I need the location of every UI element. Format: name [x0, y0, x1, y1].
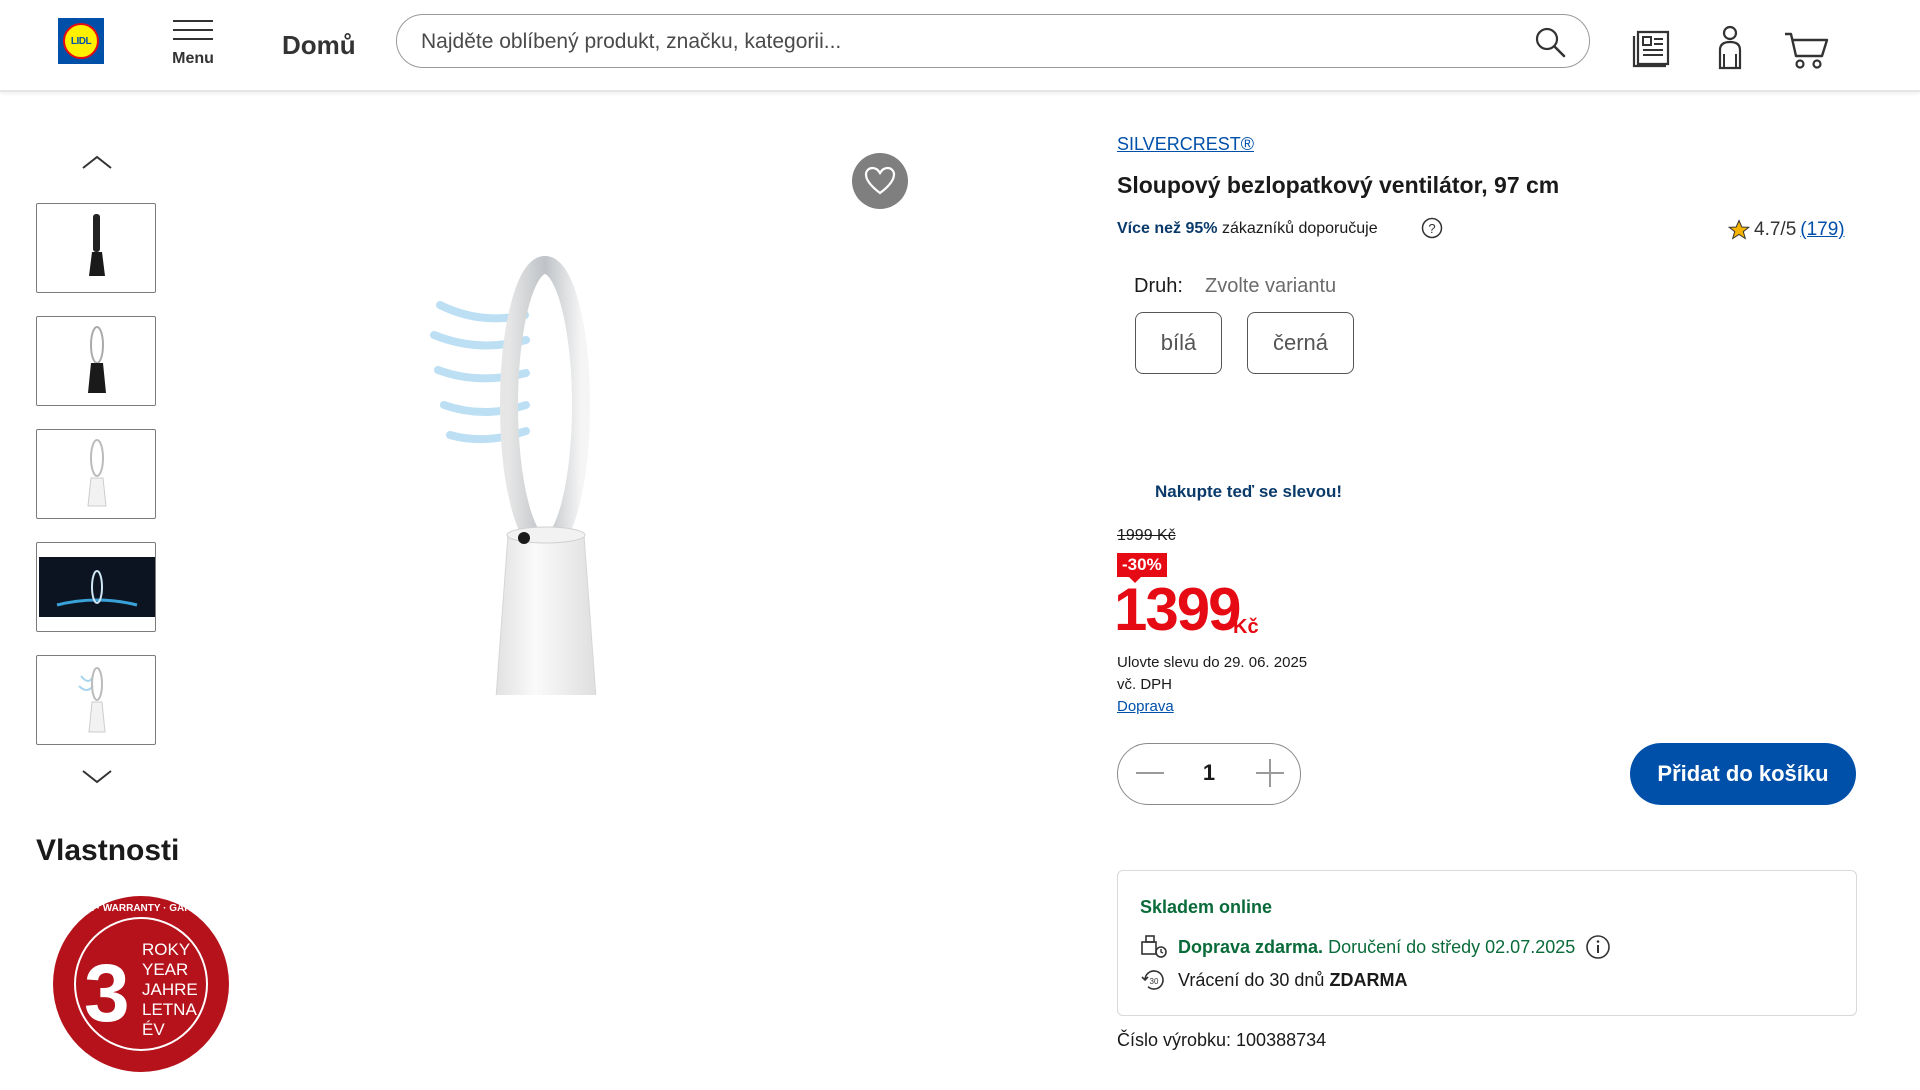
- shipping-link[interactable]: Doprava: [1117, 698, 1174, 715]
- warranty-badge-icon: ZÁRUKA · GARANTIE · WARRANTY · GARANCIA …: [52, 896, 230, 1072]
- warranty-line-1: ROKY: [142, 940, 190, 959]
- quantity-value[interactable]: 1: [1194, 760, 1224, 786]
- warranty-line-4: LETNA: [142, 1000, 197, 1019]
- cart-icon[interactable]: [1782, 24, 1830, 72]
- rating-value: 4.7/5: [1754, 219, 1797, 240]
- variant-black-button[interactable]: černá: [1247, 312, 1354, 374]
- vat-text: vč. DPH: [1117, 676, 1173, 693]
- thumbnail-2[interactable]: [36, 316, 156, 406]
- heart-icon: [864, 166, 896, 195]
- leaflet-icon[interactable]: [1630, 24, 1678, 72]
- warranty-line-5: ÉV: [142, 1020, 165, 1039]
- thumbnail-5[interactable]: [36, 655, 156, 745]
- rating-count-link[interactable]: (179): [1800, 219, 1844, 241]
- add-to-cart-button[interactable]: Přidat do košíku: [1630, 743, 1856, 805]
- site-header: LIDL Menu Domů: [0, 0, 1920, 92]
- quantity-increase-icon[interactable]: [1269, 759, 1271, 787]
- delivery-box-icon: [1141, 935, 1167, 958]
- return-row: 30 Vrácení do 30 dnů ZDARMA: [1140, 967, 1407, 993]
- fan-lifestyle-thumb-image: [39, 557, 155, 617]
- account-icon[interactable]: [1706, 24, 1754, 72]
- product-number: Číslo výrobku: 100388734: [1117, 1030, 1327, 1050]
- discount-badge: -30%: [1117, 553, 1167, 583]
- variant-prompt: Zvolte variantu: [1205, 275, 1337, 297]
- chevron-down-icon[interactable]: [80, 766, 114, 786]
- hamburger-icon: [173, 20, 213, 47]
- thumbnail-1[interactable]: [36, 203, 156, 293]
- fan-black-thumb-image: [89, 214, 105, 276]
- logo-text: LIDL: [70, 35, 92, 47]
- features-title: Vlastnosti: [36, 834, 180, 867]
- home-link[interactable]: Domů: [282, 30, 356, 61]
- warranty-line-2: YEAR: [142, 960, 188, 979]
- search-bar: [396, 14, 1590, 68]
- quantity-stepper: 1: [1117, 743, 1301, 805]
- variant-white-button[interactable]: bílá: [1135, 312, 1222, 374]
- current-price: 1399: [1114, 576, 1241, 643]
- recommendation-rest: zákazníků doporučuje: [1221, 220, 1378, 237]
- menu-label: Menu: [172, 50, 214, 67]
- favorite-button[interactable]: [852, 153, 908, 209]
- search-icon[interactable]: [1533, 25, 1567, 59]
- delivery-date-text: Doručení do středy 02.07.2025: [1328, 936, 1576, 957]
- svg-text:30: 30: [1150, 977, 1159, 986]
- old-price: 1999 Kč: [1117, 527, 1176, 544]
- product-main-image: [430, 256, 597, 695]
- shipping-row: Doprava zdarma. Doručení do středy 02.07…: [1140, 934, 1611, 960]
- stock-status: Skladem online: [1140, 897, 1273, 917]
- brand-link[interactable]: SILVERCREST®: [1117, 134, 1254, 155]
- fan-white-airflow-thumb-image: [78, 667, 106, 733]
- star-icon: [1728, 219, 1750, 240]
- thumbnail-4[interactable]: [36, 542, 156, 632]
- info-icon[interactable]: [1585, 934, 1611, 960]
- return-text: Vrácení do 30 dnů: [1178, 969, 1325, 990]
- chevron-up-icon[interactable]: [80, 152, 114, 172]
- warranty-ring-text: ZÁRUKA · GARANTIE · WARRANTY · GARANCIA …: [52, 901, 230, 914]
- free-shipping-text: Doprava zdarma.: [1178, 936, 1324, 957]
- sale-until-text: Ulovte slevu do 29. 06. 2025: [1117, 654, 1308, 671]
- thumbnail-3[interactable]: [36, 429, 156, 519]
- variant-label: Druh:: [1134, 275, 1183, 297]
- price-currency: Kč: [1233, 616, 1259, 638]
- recommendation-percent: Více než 95%: [1117, 220, 1218, 237]
- svg-text:?: ?: [1428, 221, 1435, 236]
- lidl-logo[interactable]: LIDL: [58, 18, 104, 64]
- fan-black-detail-thumb-image: [88, 326, 106, 393]
- warranty-number: 3: [84, 948, 130, 1039]
- promo-text: Nakupte teď se slevou!: [1155, 482, 1342, 501]
- product-title: Sloupový bezlopatkový ventilátor, 97 cm: [1117, 172, 1560, 198]
- search-input[interactable]: [419, 25, 1503, 59]
- warranty-line-3: JAHRE: [142, 980, 198, 999]
- quantity-decrease-button[interactable]: [1136, 772, 1164, 774]
- return-free-text: ZDARMA: [1329, 969, 1408, 990]
- menu-button[interactable]: Menu: [166, 18, 220, 72]
- product-rating: 4.7/5 (179): [1728, 219, 1845, 241]
- fan-white-thumb-image: [87, 439, 107, 507]
- help-icon[interactable]: ?: [1421, 217, 1443, 239]
- recommendation-text: Více než 95% zákazníků doporučuje: [1117, 220, 1378, 238]
- return-30-icon: 30: [1141, 970, 1164, 990]
